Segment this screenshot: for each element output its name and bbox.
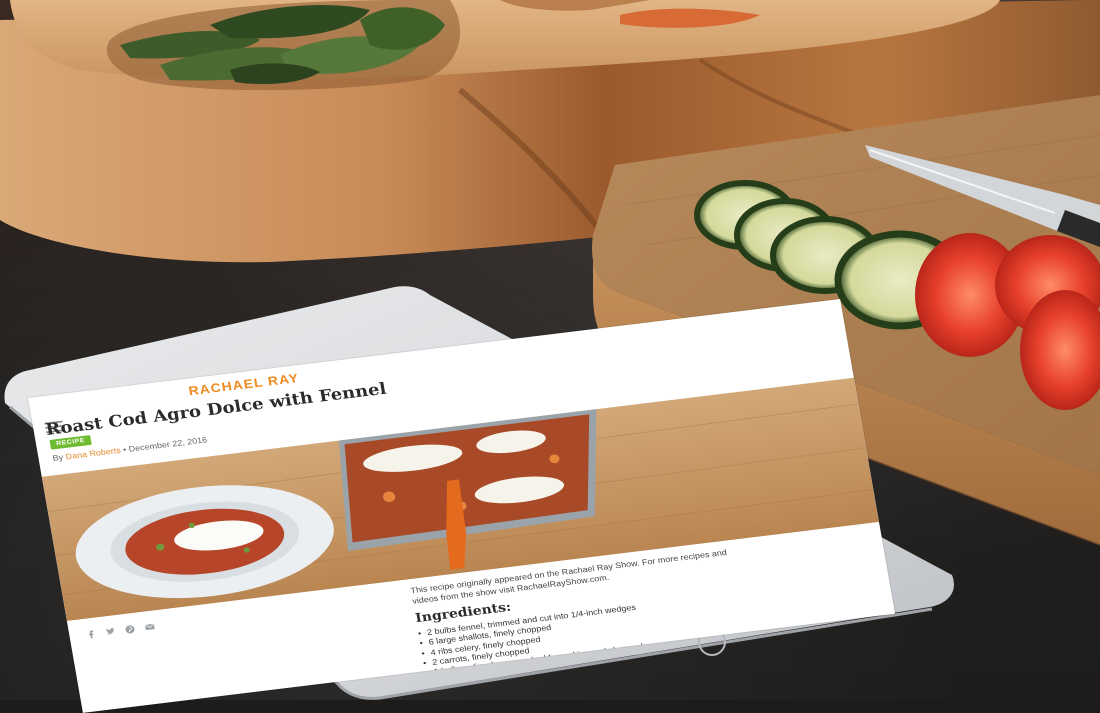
pinterest-icon[interactable] bbox=[124, 622, 135, 634]
facebook-icon[interactable] bbox=[84, 627, 95, 639]
share-icons bbox=[84, 619, 155, 639]
byline-separator: • bbox=[122, 445, 127, 455]
twitter-icon[interactable] bbox=[104, 624, 115, 635]
email-icon[interactable] bbox=[144, 619, 155, 631]
author-link[interactable]: Dana Roberts bbox=[65, 446, 122, 461]
byline-prefix: By bbox=[51, 452, 64, 463]
publish-date: December 22, 2016 bbox=[127, 435, 208, 454]
